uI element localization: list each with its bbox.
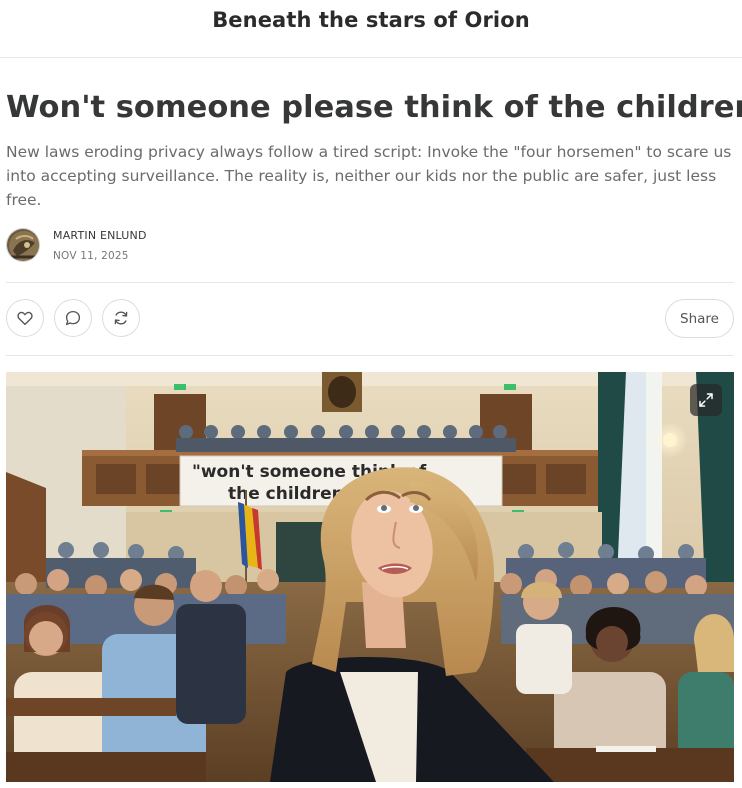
post-date: NOV 11, 2025 [53, 250, 129, 262]
post-title: Won't someone please think of the childr… [6, 90, 742, 125]
hero-image[interactable]: "won't someone think of the children!" [6, 372, 734, 782]
refresh-icon [114, 311, 128, 325]
like-button[interactable] [6, 299, 44, 337]
author-avatar[interactable] [6, 228, 40, 262]
divider [6, 355, 734, 356]
author-name[interactable]: MARTIN ENLUND [53, 229, 147, 242]
comment-button[interactable] [54, 299, 92, 337]
share-button[interactable]: Share [665, 299, 734, 338]
heart-icon [17, 311, 33, 326]
top-bar: Beneath the stars of Orion [0, 0, 742, 58]
avatar-image [7, 229, 39, 261]
expand-icon [699, 393, 713, 407]
divider [6, 282, 734, 283]
restack-button[interactable] [102, 299, 140, 337]
speech-bubble-icon [65, 310, 81, 326]
publication-title[interactable]: Beneath the stars of Orion [0, 8, 742, 32]
expand-image-button[interactable] [690, 384, 722, 416]
post-subtitle: New laws eroding privacy always follow a… [6, 143, 732, 209]
courtroom-illustration: "won't someone think of the children!" [6, 372, 734, 782]
